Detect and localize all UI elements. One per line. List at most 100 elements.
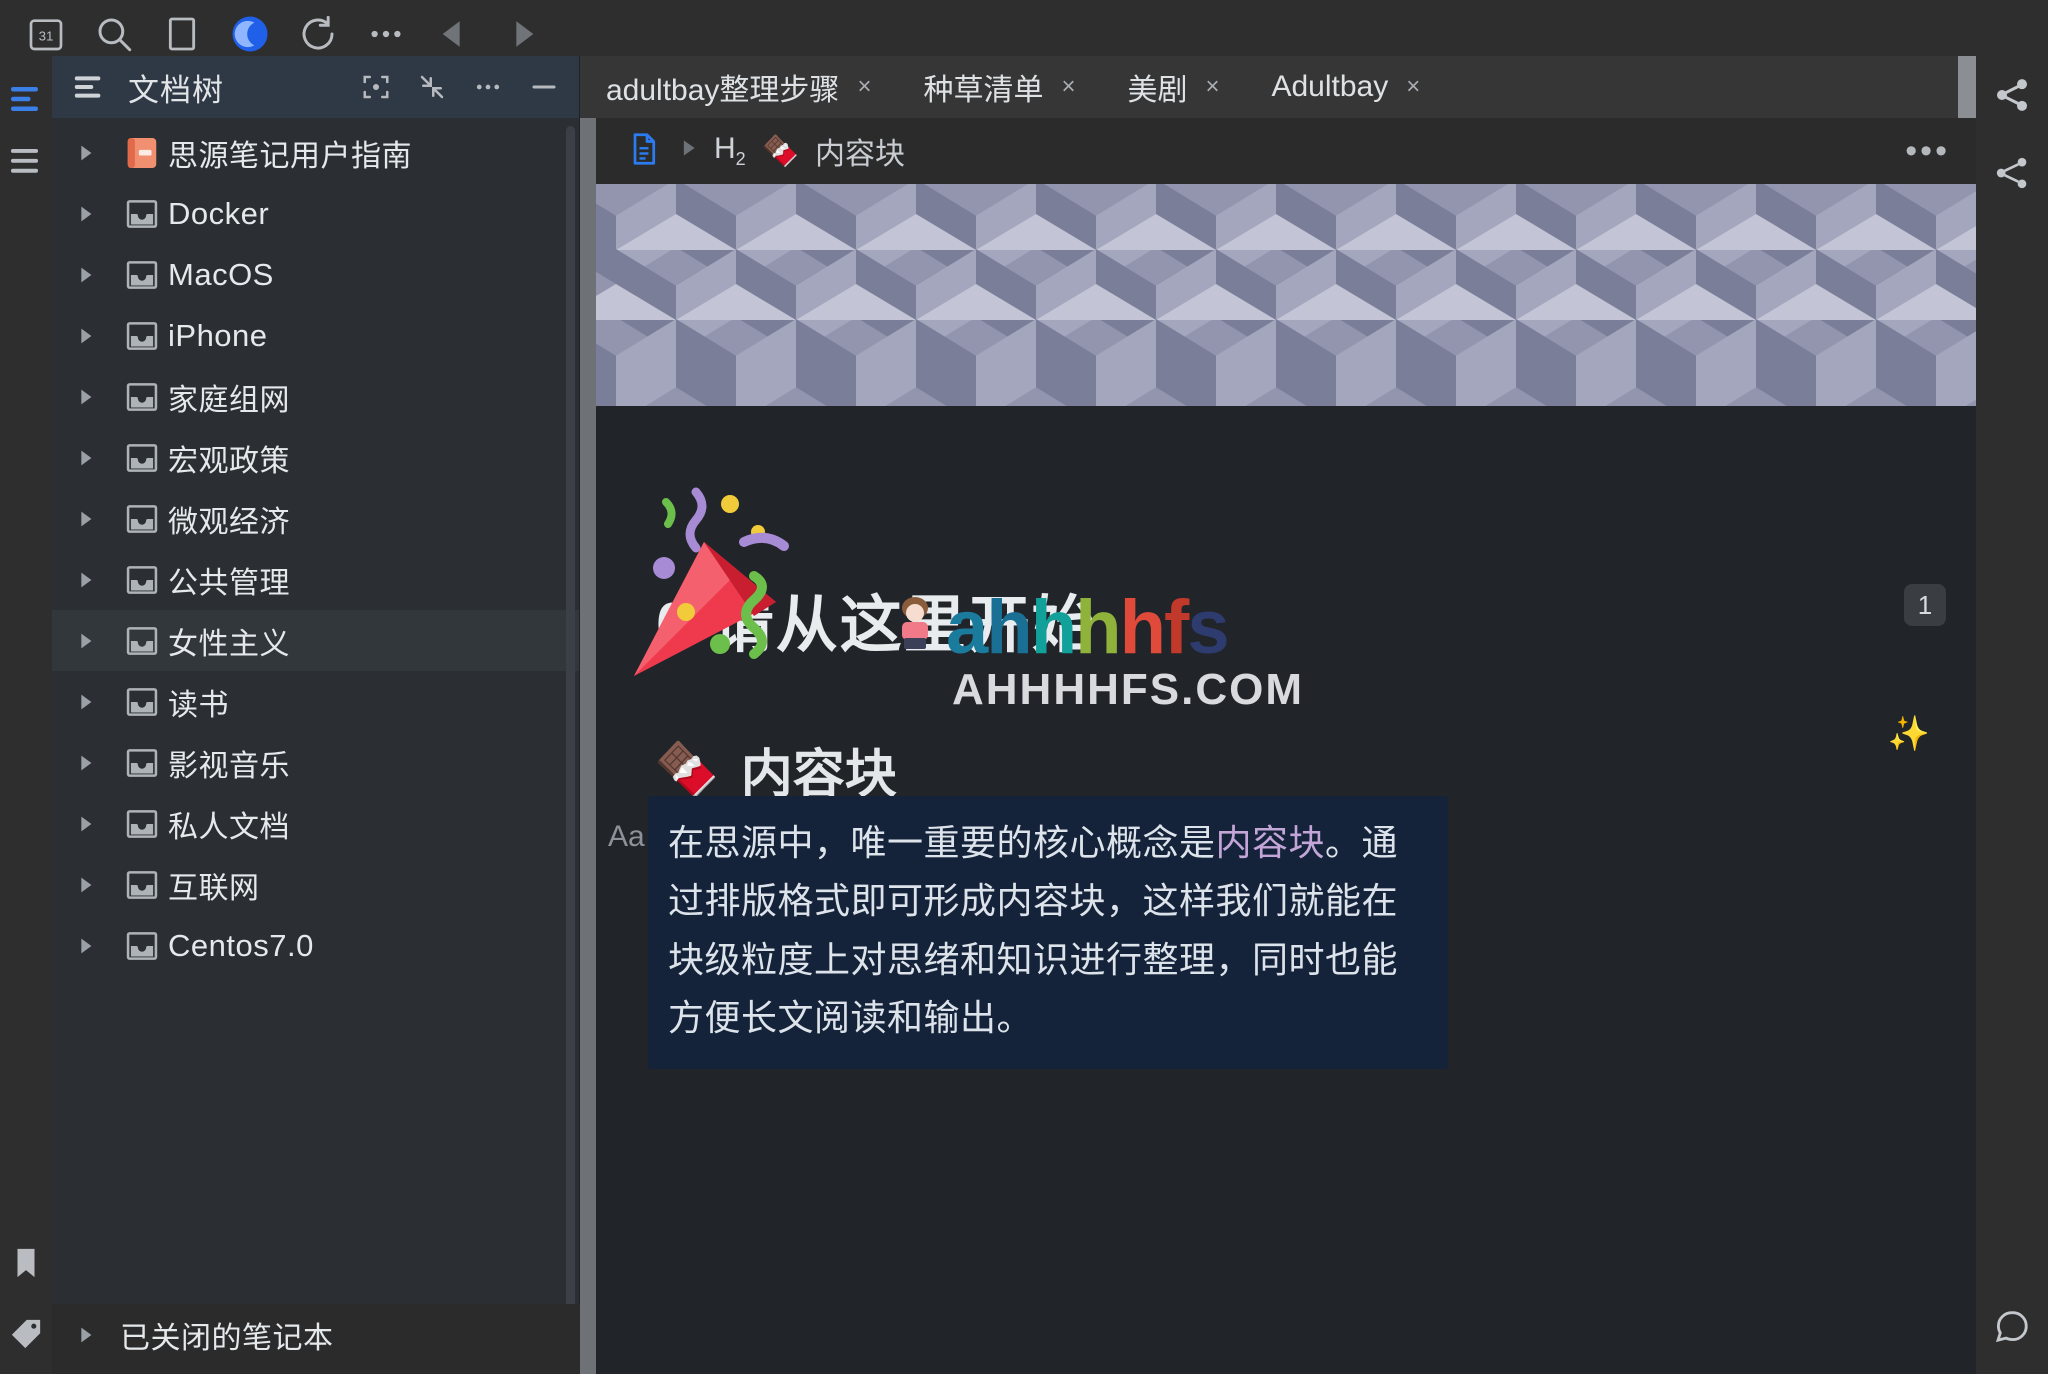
back-icon[interactable] [420,6,488,62]
chevron-right-icon[interactable] [74,1324,116,1346]
book-icon [116,134,168,172]
paragraph-block[interactable]: 在思源中，唯一重要的核心概念是内容块。通过排版格式即可形成内容块，这样我们就能在… [648,796,1448,1070]
chevron-right-icon[interactable] [74,142,116,164]
left-dock [0,68,52,1374]
tree-item-label: 家庭组网 [168,383,290,417]
calendar-icon[interactable]: 31 [12,6,80,62]
chevron-right-icon[interactable] [74,325,116,347]
tree-item[interactable]: MacOS [52,244,579,305]
tree-item[interactable]: 宏观政策 [52,427,579,488]
tab-label: 种草清单 [923,74,1044,107]
chocolate-icon: 🍫 [761,134,800,168]
backlink-icon[interactable] [1976,1288,2048,1366]
tree-item[interactable]: 公共管理 [52,549,579,610]
tree-item[interactable]: 思源笔记用户指南 [52,122,579,183]
sync-icon[interactable] [284,6,352,62]
dock-outline-icon[interactable] [0,130,52,192]
tab-adultbay[interactable]: Adultbay × [1245,56,1446,118]
chevron-right-icon[interactable] [74,935,116,957]
graph-icon[interactable] [1976,134,2048,212]
tab-grass-list[interactable]: 种草清单 × [897,56,1101,118]
paragraph-style-gutter[interactable]: Aa [608,820,645,854]
editor-left-scrollbar[interactable] [580,118,596,1374]
tree-item[interactable]: iPhone [52,305,579,366]
document-tree-list[interactable]: 思源笔记用户指南 Docker MacOS iPhone 家庭组网 宏观政策 微… [52,118,579,1304]
tree-item[interactable]: 读书 [52,671,579,732]
forward-icon[interactable] [488,6,556,62]
more-icon[interactable] [352,6,420,62]
notebook-icon [116,439,168,477]
tree-item-label: 互联网 [168,871,260,905]
app-window: 31 文档树 思源笔记用户指南 Docker MacOS iPhone 家庭组网… [0,0,2048,1374]
chevron-right-icon[interactable] [74,813,116,835]
more-icon[interactable] [467,66,509,108]
notebook-icon [116,378,168,416]
notebook-icon [116,622,168,660]
tree-item-label: 已关闭的笔记本 [120,1322,334,1355]
block-count-badge[interactable]: 1 [1904,584,1946,626]
tree-item[interactable]: 私人文档 [52,793,579,854]
tree-item[interactable]: 影视音乐 [52,732,579,793]
tab-bar-scrollbar[interactable] [1958,56,1976,118]
tree-item-closed-notebooks[interactable]: 已关闭的笔记本 [52,1304,580,1366]
chevron-right-icon[interactable] [74,508,116,530]
search-icon[interactable] [80,6,148,62]
breadcrumb-separator-icon [678,138,698,164]
close-icon[interactable]: × [1406,75,1420,99]
document-tree-title: 文档树 [128,72,224,108]
chevron-right-icon[interactable] [74,874,116,896]
tree-item-label: Centos7.0 [168,927,314,963]
tree-item-label: 公共管理 [168,566,290,600]
close-icon[interactable]: × [1205,75,1219,99]
tree-item[interactable]: 互联网 [52,854,579,915]
minimize-icon[interactable] [523,66,565,108]
close-icon[interactable]: × [857,75,871,99]
share-icon[interactable] [1976,56,2048,134]
right-dock [1976,56,2048,1374]
document-content[interactable]: 0 请从这里开始 🍫 内容块 Aa 在思源中，唯一重要的核心概念是内容块。通过排… [596,184,1976,1374]
chevron-right-icon[interactable] [74,630,116,652]
tree-item[interactable]: 女性主义 [52,610,579,671]
tree-item-label: iPhone [168,317,268,353]
tree-item-label: 思源笔记用户指南 [168,139,412,173]
chevron-right-icon[interactable] [74,447,116,469]
tab-adultbay-steps[interactable]: adultbay整理步骤 × [580,56,897,118]
tree-scrollbar[interactable] [566,126,575,1304]
collapse-icon[interactable] [411,66,453,108]
tree-item-label: 微观经济 [168,505,290,539]
dock-tag-icon[interactable] [0,1294,52,1374]
chevron-right-icon[interactable] [74,264,116,286]
chevron-right-icon[interactable] [74,569,116,591]
chevron-right-icon[interactable] [74,752,116,774]
document-icon[interactable] [626,131,662,172]
tree-item-label: MacOS [168,256,274,292]
close-icon[interactable]: × [1061,75,1075,99]
dock-bookmark-icon[interactable] [0,1232,52,1294]
breadcrumb-more-icon[interactable]: ••• [1905,132,1950,171]
tree-item-label: Docker [168,195,270,231]
block-reference-link[interactable]: 内容块 [1216,822,1326,863]
notebook-icon [116,805,168,843]
notebook-icon [116,317,168,355]
tree-item[interactable]: Docker [52,183,579,244]
theme-moon-icon[interactable] [216,6,284,62]
tab-label: 美剧 [1127,74,1188,107]
tree-item[interactable]: 微观经济 [52,488,579,549]
chevron-right-icon[interactable] [74,691,116,713]
window-icon[interactable] [148,6,216,62]
chevron-right-icon[interactable] [74,386,116,408]
notebook-icon [116,256,168,294]
tree-item[interactable]: Centos7.0 [52,915,579,976]
tree-item[interactable]: 家庭组网 [52,366,579,427]
tab-us-drama[interactable]: 美剧 × [1101,56,1245,118]
notebook-icon [116,927,168,965]
document-tree-header: 文档树 [52,56,579,118]
list-icon [72,70,106,104]
focus-icon[interactable] [355,66,397,108]
chevron-right-icon[interactable] [74,203,116,225]
dock-doc-tree-icon[interactable] [0,68,52,130]
notebook-icon [116,866,168,904]
breadcrumb-text: 内容块 [815,138,906,171]
tree-item-label: 读书 [168,688,229,722]
breadcrumb-heading-level: H2 [714,132,746,169]
